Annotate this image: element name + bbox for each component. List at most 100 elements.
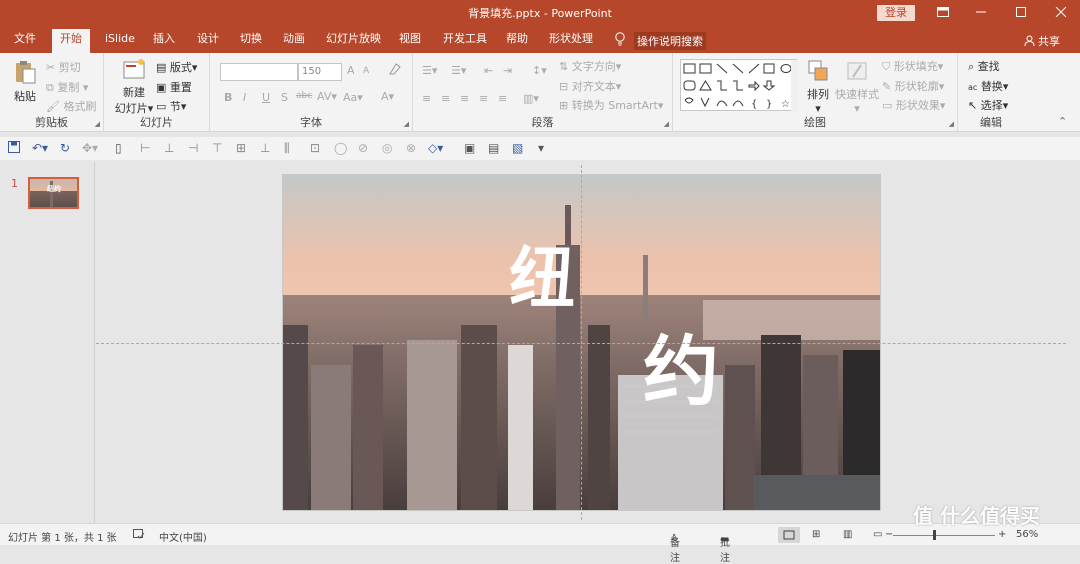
bold-button[interactable]: B xyxy=(224,91,232,104)
slide-thumbnail[interactable]: 纽约 xyxy=(28,177,79,209)
align-center-shapes-icon[interactable]: ⊥ xyxy=(164,141,174,155)
find-button[interactable]: ⌕ 查找 xyxy=(968,58,1000,74)
copy-button[interactable]: ⧉ 复制 ▾ xyxy=(46,79,88,95)
maximize-icon[interactable] xyxy=(1006,3,1036,23)
reset-button[interactable]: ▣ 重置 xyxy=(156,79,192,95)
shape-fill-button[interactable]: ⛉ 形状填充▾ xyxy=(882,58,943,74)
align-middle-shapes-icon[interactable]: ⊞ xyxy=(236,141,246,155)
underline-button[interactable]: U xyxy=(262,91,270,104)
increase-indent-icon[interactable]: ⇥ xyxy=(503,64,512,77)
align-right-shapes-icon[interactable]: ⊣ xyxy=(188,141,198,155)
close-icon[interactable] xyxy=(1046,3,1076,23)
shapes-gallery[interactable]: { } ☆ xyxy=(680,59,798,112)
share-button[interactable]: 共享 xyxy=(1024,33,1060,49)
language-indicator[interactable]: 中文(中国) xyxy=(159,529,207,544)
section-button[interactable]: ▭ 节▾ xyxy=(156,98,186,114)
tell-me-search[interactable]: 操作说明搜索 xyxy=(634,32,706,50)
align-right-icon[interactable]: ≡ xyxy=(460,92,469,105)
numbering-icon[interactable]: ☰▾ xyxy=(451,64,466,77)
font-color-button[interactable]: A▾ xyxy=(381,90,394,103)
tab-shape-tools[interactable]: 形状处理 xyxy=(549,31,593,53)
merge-intersect-icon[interactable]: ⊗ xyxy=(406,141,416,155)
shrink-font-button[interactable]: A xyxy=(363,66,369,76)
grow-font-button[interactable]: A xyxy=(347,64,355,77)
tab-file[interactable]: 文件 xyxy=(14,31,36,53)
text-direction-button[interactable]: ⇅ 文字方向▾ xyxy=(559,58,621,74)
quick-styles-button[interactable]: 快速样式 ▾ xyxy=(835,59,879,115)
dialog-launcher-icon[interactable]: ◢ xyxy=(949,120,954,128)
vertical-guide[interactable] xyxy=(581,165,582,520)
char-spacing-button[interactable]: AV▾ xyxy=(317,90,337,103)
tab-developer[interactable]: 开发工具 xyxy=(443,31,487,53)
collapse-ribbon-icon[interactable]: ⌃ xyxy=(1058,115,1067,128)
ribbon-display-icon[interactable] xyxy=(928,3,958,23)
save-as-icon[interactable]: ▧ xyxy=(512,141,523,155)
merge-combine-icon[interactable]: ⊘ xyxy=(358,141,368,155)
export-icon[interactable]: ▤ xyxy=(488,141,499,155)
minimize-icon[interactable] xyxy=(966,3,996,23)
slide-title-char-2[interactable]: 约 xyxy=(643,310,719,420)
tab-design[interactable]: 设计 xyxy=(197,31,219,53)
dialog-launcher-icon[interactable]: ◢ xyxy=(404,120,409,128)
shape-effects-button[interactable]: ▭ 形状效果▾ xyxy=(882,97,945,113)
paste-button[interactable]: 粘贴 xyxy=(10,59,40,104)
cut-button[interactable]: ✂ 剪切 xyxy=(46,59,81,75)
shape-fill-qat-icon[interactable]: ◇▾ xyxy=(428,141,443,155)
tab-help[interactable]: 帮助 xyxy=(506,31,528,53)
tab-animations[interactable]: 动画 xyxy=(283,31,305,53)
lightbulb-icon[interactable] xyxy=(614,32,626,50)
new-doc-icon[interactable]: ▯ xyxy=(115,141,122,155)
slideshow-icon[interactable]: ▭ xyxy=(873,529,882,540)
zoom-slider[interactable] xyxy=(893,535,995,536)
tab-home[interactable]: 开始 xyxy=(52,29,90,53)
login-button[interactable]: 登录 xyxy=(877,5,915,21)
tab-slideshow[interactable]: 幻灯片放映 xyxy=(326,31,381,53)
replace-button[interactable]: ac 替换▾ xyxy=(968,78,1008,94)
tab-insert[interactable]: 插入 xyxy=(153,31,175,53)
group-shapes-icon[interactable]: ⊡ xyxy=(310,141,320,155)
shadow-button[interactable]: S xyxy=(281,91,288,104)
slide-title-char-1[interactable]: 纽 xyxy=(509,225,575,321)
strikethrough-button[interactable]: abc xyxy=(296,91,312,101)
align-left-shapes-icon[interactable]: ⊢ xyxy=(140,141,150,155)
align-left-icon[interactable]: ≡ xyxy=(422,92,431,105)
merge-fragment-icon[interactable]: ◎ xyxy=(382,141,392,155)
justify-icon[interactable]: ≡ xyxy=(479,92,488,105)
distribute-icon[interactable]: ≡ xyxy=(498,92,507,105)
font-size-combo[interactable]: 150 xyxy=(298,63,342,81)
dialog-launcher-icon[interactable]: ◢ xyxy=(664,120,669,128)
normal-view-icon[interactable] xyxy=(778,527,800,543)
arrange-button[interactable]: 排列 ▾ xyxy=(803,59,833,115)
align-bottom-shapes-icon[interactable]: ⊥ xyxy=(260,141,270,155)
new-slide-button[interactable]: 新建 幻灯片▾ xyxy=(112,57,156,116)
tab-transitions[interactable]: 切换 xyxy=(240,31,262,53)
spellcheck-icon[interactable] xyxy=(133,529,145,543)
italic-button[interactable]: I xyxy=(243,91,246,104)
reading-view-icon[interactable]: ▥ xyxy=(843,529,852,540)
redo-icon[interactable]: ↻ xyxy=(60,141,70,155)
font-name-combo[interactable] xyxy=(220,63,298,81)
align-center-icon[interactable]: ≡ xyxy=(441,92,450,105)
align-top-shapes-icon[interactable]: ⊤ xyxy=(212,141,222,155)
slide-sorter-icon[interactable]: ⊞ xyxy=(812,529,820,540)
customize-qat-icon[interactable]: ▾ xyxy=(538,141,544,155)
merge-union-icon[interactable]: ◯ xyxy=(334,141,347,155)
undo-icon[interactable]: ↶▾ xyxy=(32,141,48,155)
picture-icon[interactable]: ▣ xyxy=(464,141,475,155)
decrease-indent-icon[interactable]: ⇤ xyxy=(484,64,493,77)
save-icon[interactable] xyxy=(8,141,20,156)
zoom-level[interactable]: 56% xyxy=(1016,529,1038,540)
toolbar-tool-icon[interactable]: ✥▾ xyxy=(82,141,98,155)
tab-view[interactable]: 视图 xyxy=(399,31,421,53)
clear-format-icon[interactable] xyxy=(388,62,402,79)
layout-button[interactable]: ▤ 版式▾ xyxy=(156,59,197,75)
bullets-icon[interactable]: ☰▾ xyxy=(422,64,437,77)
line-spacing-icon[interactable]: ↕▾ xyxy=(532,64,547,77)
align-text-button[interactable]: ⊟ 对齐文本▾ xyxy=(559,78,621,94)
columns-icon[interactable]: ▥▾ xyxy=(523,92,539,105)
smartart-button[interactable]: ⊞ 转换为 SmartArt▾ xyxy=(559,97,663,113)
distribute-shapes-icon[interactable]: ⫼ xyxy=(284,141,290,156)
dialog-launcher-icon[interactable]: ◢ xyxy=(95,120,100,128)
tab-islide[interactable]: iSlide xyxy=(105,31,135,53)
zoom-in-icon[interactable]: + xyxy=(998,529,1006,540)
